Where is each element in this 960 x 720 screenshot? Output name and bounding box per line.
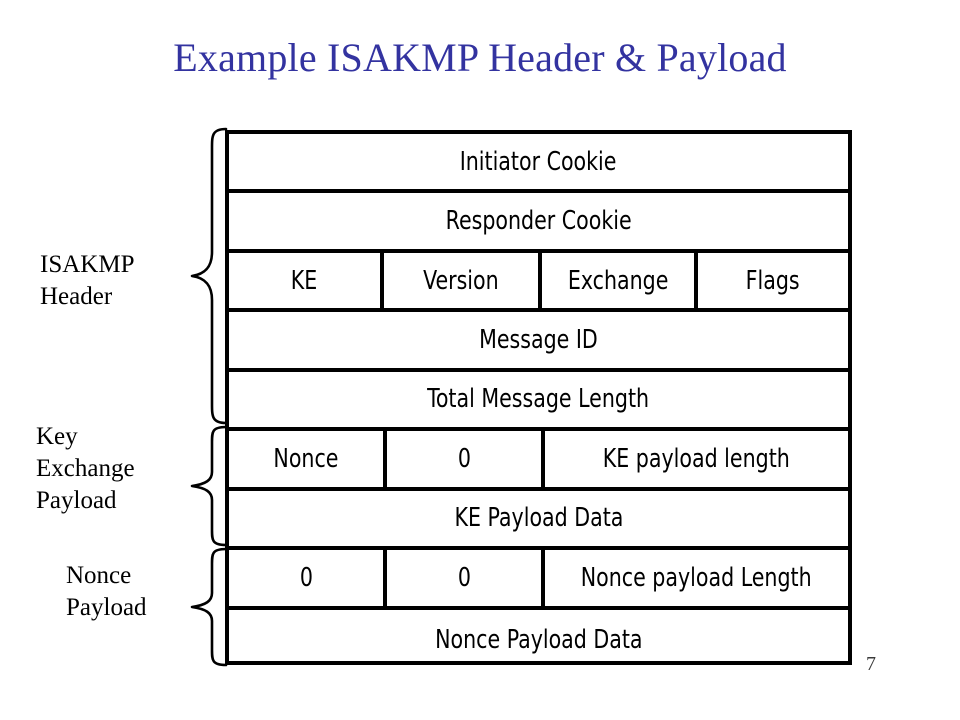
section-label-line: Exchange — [36, 455, 135, 482]
section-label-isakmp-header: ISAKMP Header — [40, 249, 134, 313]
packet-field-flags: Flags — [693, 252, 848, 309]
packet-field-nonce-payload-data: Nonce Payload Data — [229, 610, 848, 670]
packet-field-label: Message ID — [479, 325, 598, 356]
packet-field-label: Initiator Cookie — [460, 146, 617, 177]
section-label-nonce-payload: Nonce Payload — [66, 560, 147, 624]
section-label-line: Payload — [66, 594, 147, 621]
packet-field-nonce: Nonce — [229, 431, 383, 486]
section-label-line: ISAKMP — [40, 251, 135, 278]
packet-row-message-id: Message ID — [229, 312, 848, 372]
page-number: 7 — [866, 653, 876, 675]
packet-field-ke-payload-length: KE payload length — [540, 431, 848, 487]
packet-field-label: 0 — [457, 562, 471, 593]
packet-field-ke: KE — [229, 253, 380, 308]
packet-row-nonce-zero-ke-length: Nonce 0 KE payload length — [229, 431, 848, 491]
packet-field-label: Nonce Payload Data — [434, 624, 643, 655]
packet-field-ke-payload-data: KE Payload Data — [229, 491, 848, 546]
packet-field-table: Initiator Cookie Responder Cookie KE Ver… — [225, 130, 852, 665]
packet-field-label: KE payload length — [602, 443, 790, 474]
brace-key-exchange-payload — [190, 425, 228, 547]
packet-field-reserved-zero: 0 — [383, 431, 541, 487]
packet-field-version: Version — [380, 252, 538, 309]
packet-row-nonce-payload-data: Nonce Payload Data — [229, 610, 848, 670]
packet-field-message-id: Message ID — [229, 312, 848, 367]
brace-nonce-payload — [190, 547, 228, 667]
packet-field-label: Nonce — [273, 443, 339, 474]
section-label-line: Nonce — [66, 562, 132, 589]
packet-row-responder-cookie: Responder Cookie — [229, 193, 848, 253]
packet-field-label: KE Payload Data — [454, 503, 623, 534]
packet-row-total-message-length: Total Message Length — [229, 372, 848, 432]
packet-field-label: Nonce payload Length — [581, 562, 812, 593]
packet-field-label: KE — [291, 265, 318, 296]
packet-field-label: Exchange — [567, 265, 669, 296]
packet-field-exchange: Exchange — [538, 252, 694, 309]
packet-field-label: 0 — [457, 443, 471, 474]
packet-field-reserved-zero-2: 0 — [383, 550, 541, 606]
packet-field-initiator-cookie: Initiator Cookie — [229, 134, 848, 189]
packet-row-ke-payload-data: KE Payload Data — [229, 491, 848, 551]
packet-row-initiator-cookie: Initiator Cookie — [229, 134, 848, 194]
packet-field-nonce-payload-length: Nonce payload Length — [540, 550, 848, 606]
packet-field-label: Responder Cookie — [445, 206, 632, 237]
packet-field-next-payload-zero: 0 — [229, 550, 383, 605]
packet-row-ke-version-exchange-flags: KE Version Exchange Flags — [229, 252, 848, 313]
packet-field-label: Total Message Length — [427, 384, 650, 415]
section-label-line: Key — [36, 423, 78, 450]
packet-field-responder-cookie: Responder Cookie — [229, 193, 848, 248]
section-label-key-exchange-payload: Key Exchange Payload — [36, 421, 135, 517]
section-label-line: Payload — [36, 487, 117, 514]
packet-row-zero-zero-nonce-length: 0 0 Nonce payload Length — [229, 550, 848, 610]
isakmp-packet-diagram: ISAKMP Header Key Exchange Payload Nonce… — [0, 0, 960, 720]
packet-field-label: Flags — [745, 265, 800, 296]
packet-field-label: Version — [423, 265, 499, 296]
packet-field-total-message-length: Total Message Length — [229, 372, 848, 427]
brace-isakmp-header — [190, 127, 228, 425]
section-label-line: Header — [40, 283, 113, 310]
packet-field-label: 0 — [299, 562, 313, 593]
